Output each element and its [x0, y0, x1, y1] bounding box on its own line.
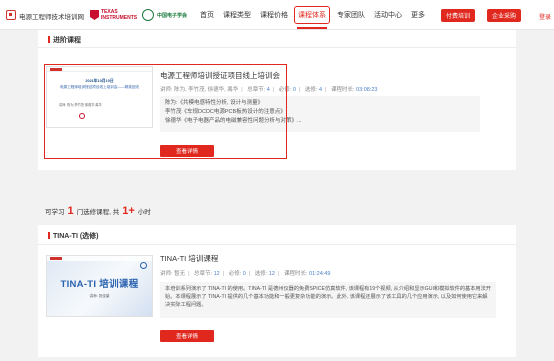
- nav-item-course-system[interactable]: 课程体系: [294, 6, 330, 29]
- main-nav: 首页 课程类型 课程价格 课程体系 专家团队 活动中心 更多: [200, 0, 434, 30]
- thumbnail-brand-bar: [47, 256, 152, 261]
- selected-course-highlight: [44, 64, 287, 159]
- summary-suffix: 小时: [137, 209, 151, 216]
- course-description: 本培训系列演示了 TINA-TI 的使用。TINA-TI 是德州仪器的免费SPI…: [160, 282, 496, 318]
- ti-logo-icon: [90, 10, 99, 20]
- site-logo-icon[interactable]: [6, 10, 16, 20]
- duration-value: 03:08:23: [356, 87, 378, 93]
- course-title[interactable]: TINA-TI 培训课程: [160, 253, 218, 264]
- course-thumbnail[interactable]: TINA-TI 培训课程 讲师: 张佳豪: [46, 255, 153, 317]
- thumbnail-speaker: 讲师: 张佳豪: [89, 294, 110, 298]
- view-details-button[interactable]: 查看详情: [160, 330, 214, 342]
- university-logo-icon: [142, 9, 154, 21]
- lecture-count-value: 12: [213, 271, 220, 277]
- top-header: 电源工程师技术培训网 TEXAS INSTRUMENTS 中国电子学会 首页 课…: [0, 0, 554, 30]
- university-logo-text: 中国电子学会: [157, 13, 188, 19]
- thumbnail-logo-icon: [140, 262, 147, 269]
- login-link[interactable]: 登录: [539, 12, 551, 21]
- description-text: 本培训系列演示了 TINA-TI 的使用。TINA-TI 是德州仪器的免费SPI…: [165, 286, 491, 308]
- required-value: 0: [292, 87, 296, 93]
- lecture-count-label: 总章节:: [194, 271, 213, 277]
- summary-course-count: 1: [67, 205, 74, 217]
- elective-summary: 可学习 1 门选修课程, 共 1+ 小时: [45, 205, 151, 217]
- section-marker: [48, 232, 50, 239]
- section-marker: [48, 36, 50, 43]
- elective-value: 4: [318, 87, 323, 93]
- nav-item-course-type[interactable]: 课程类型: [223, 10, 251, 20]
- summary-prefix: 可学习: [45, 209, 65, 216]
- nav-item-events[interactable]: 活动中心: [374, 10, 402, 20]
- speaker-value: 暂无: [174, 271, 186, 277]
- section-header: 进阶课程: [38, 30, 516, 48]
- summary-middle: 门选修课程, 共: [76, 209, 120, 216]
- corporate-purchase-button[interactable]: 企业采购: [487, 9, 521, 22]
- nav-item-more[interactable]: 更多: [411, 10, 425, 20]
- duration-value: 01:24:49: [309, 271, 331, 277]
- elective-label: 选修:: [304, 87, 318, 93]
- required-label: 必修:: [228, 271, 242, 277]
- nav-item-course-price[interactable]: 课程价格: [260, 10, 288, 20]
- elective-value: 12: [268, 271, 275, 277]
- duration-label: 课程时长:: [283, 271, 308, 277]
- section-header: TINA-TI (选修): [38, 225, 516, 245]
- nav-item-home[interactable]: 首页: [200, 10, 214, 20]
- paid-training-button[interactable]: 付费培训: [441, 9, 475, 22]
- speaker-label: 讲师:: [160, 271, 173, 277]
- thumbnail-title: TINA-TI 培训课程: [60, 279, 139, 290]
- elective-label: 选修:: [254, 271, 268, 277]
- summary-hours: 1+: [122, 205, 135, 217]
- ti-logo-text: TEXAS INSTRUMENTS: [101, 9, 138, 21]
- section-title: TINA-TI (选修): [53, 233, 99, 240]
- duration-label: 课程时长:: [330, 87, 355, 93]
- site-name[interactable]: 电源工程师技术培训网: [19, 11, 84, 21]
- course-meta: 讲师: 暂无 | 总章节: 12 | 必修: 0 | 选修: 12 | 课程时长: 01…: [160, 271, 331, 277]
- required-value: 0: [242, 271, 246, 277]
- section-title: 进阶课程: [53, 37, 81, 44]
- nav-item-experts[interactable]: 专家团队: [337, 10, 365, 20]
